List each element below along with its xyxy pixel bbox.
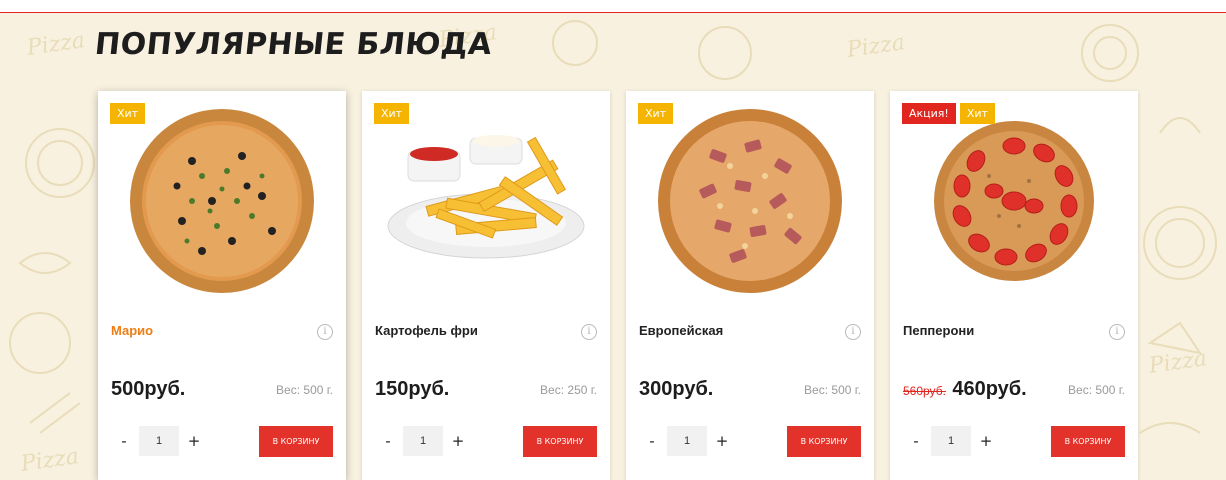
minus-icon: - (649, 432, 655, 450)
pizza-doodle-word: Pizza (24, 28, 86, 61)
pizza-mario-image[interactable] (122, 101, 322, 301)
product-name[interactable]: Пепперони (903, 323, 974, 338)
product-weight: Вес: 500 г. (276, 383, 333, 397)
plus-icon: + (451, 432, 465, 450)
product-weight: Вес: 500 г. (804, 383, 861, 397)
top-red-line (0, 0, 1226, 13)
minus-button[interactable]: - (639, 426, 665, 456)
product-price: 460руб. (952, 378, 1027, 400)
product-card-european[interactable]: Хит Европейская i 300руб. Вес: 500 г. - … (626, 91, 874, 480)
product-name[interactable]: Картофель фри (375, 323, 478, 338)
hit-badge: Хит (638, 103, 674, 124)
product-weight: Вес: 500 г. (1068, 383, 1125, 397)
price-row: 560руб. 460руб. (903, 378, 1027, 401)
add-to-cart-button[interactable]: В КОРЗИНУ (787, 426, 861, 457)
product-card-pepperoni[interactable]: Акция! Хит Пепперони i 560руб. 460руб. В… (890, 91, 1138, 480)
minus-icon: - (121, 432, 127, 450)
minus-button[interactable]: - (111, 426, 137, 456)
product-price: 300руб. (639, 378, 714, 400)
pizza-doodle-word: Pizza (844, 30, 906, 63)
minus-button[interactable]: - (903, 426, 929, 456)
info-circle-icon[interactable]: i (1109, 324, 1125, 340)
price-row: 300руб. (639, 378, 713, 401)
price-row: 150руб. (375, 378, 449, 401)
quantity-stepper: - + (639, 426, 735, 456)
plus-button[interactable]: + (973, 426, 999, 456)
plus-button[interactable]: + (709, 426, 735, 456)
plus-icon: + (979, 432, 993, 450)
quantity-input[interactable] (931, 426, 971, 456)
product-card-fries[interactable]: Хит Картофель фри i 150руб. Вес: 250 г. (362, 91, 610, 480)
hit-badge: Хит (374, 103, 410, 124)
plus-button[interactable]: + (181, 426, 207, 456)
sale-badge: Акция! (902, 103, 956, 124)
badge-group: Акция! Хит (902, 103, 995, 124)
quantity-input[interactable] (403, 426, 443, 456)
fries-image[interactable] (386, 101, 586, 301)
hit-badge: Хит (110, 103, 146, 124)
hit-badge: Хит (959, 103, 995, 124)
badge-group: Хит (374, 103, 410, 124)
add-to-cart-button[interactable]: В КОРЗИНУ (523, 426, 597, 457)
product-price: 150руб. (375, 378, 450, 400)
product-weight: Вес: 250 г. (540, 383, 597, 397)
quantity-stepper: - + (903, 426, 999, 456)
info-circle-icon[interactable]: i (317, 324, 333, 340)
add-to-cart-button[interactable]: В КОРЗИНУ (1051, 426, 1125, 457)
product-price: 500руб. (111, 378, 186, 400)
badge-group: Хит (638, 103, 674, 124)
price-row: 500руб. (111, 378, 185, 401)
minus-icon: - (913, 432, 919, 450)
product-name[interactable]: Европейская (639, 323, 723, 338)
minus-button[interactable]: - (375, 426, 401, 456)
quantity-input[interactable] (667, 426, 707, 456)
info-circle-icon[interactable]: i (581, 324, 597, 340)
section-title: ПОПУЛЯРНЫЕ БЛЮДА (93, 27, 494, 62)
add-to-cart-button[interactable]: В КОРЗИНУ (259, 426, 333, 457)
badge-group: Хит (110, 103, 146, 124)
product-card-mario[interactable]: Хит Марио i 500руб. Вес: 500 г. - 1 + В … (98, 91, 346, 480)
pizza-pepperoni-image[interactable] (914, 101, 1114, 301)
pizza-doodle-word: Pizza (1146, 346, 1208, 379)
quantity-stepper: - + (375, 426, 471, 456)
pizza-doodle-word: Pizza (18, 444, 80, 477)
info-circle-icon[interactable]: i (845, 324, 861, 340)
product-name[interactable]: Марио (111, 323, 153, 338)
quantity-input[interactable] (139, 426, 179, 456)
plus-icon: + (715, 432, 729, 450)
quantity-stepper: - + (111, 426, 207, 456)
minus-icon: - (385, 432, 391, 450)
plus-icon: + (187, 432, 201, 450)
old-price: 560руб. (903, 384, 946, 398)
pizza-european-image[interactable] (650, 101, 850, 301)
plus-button[interactable]: + (445, 426, 471, 456)
